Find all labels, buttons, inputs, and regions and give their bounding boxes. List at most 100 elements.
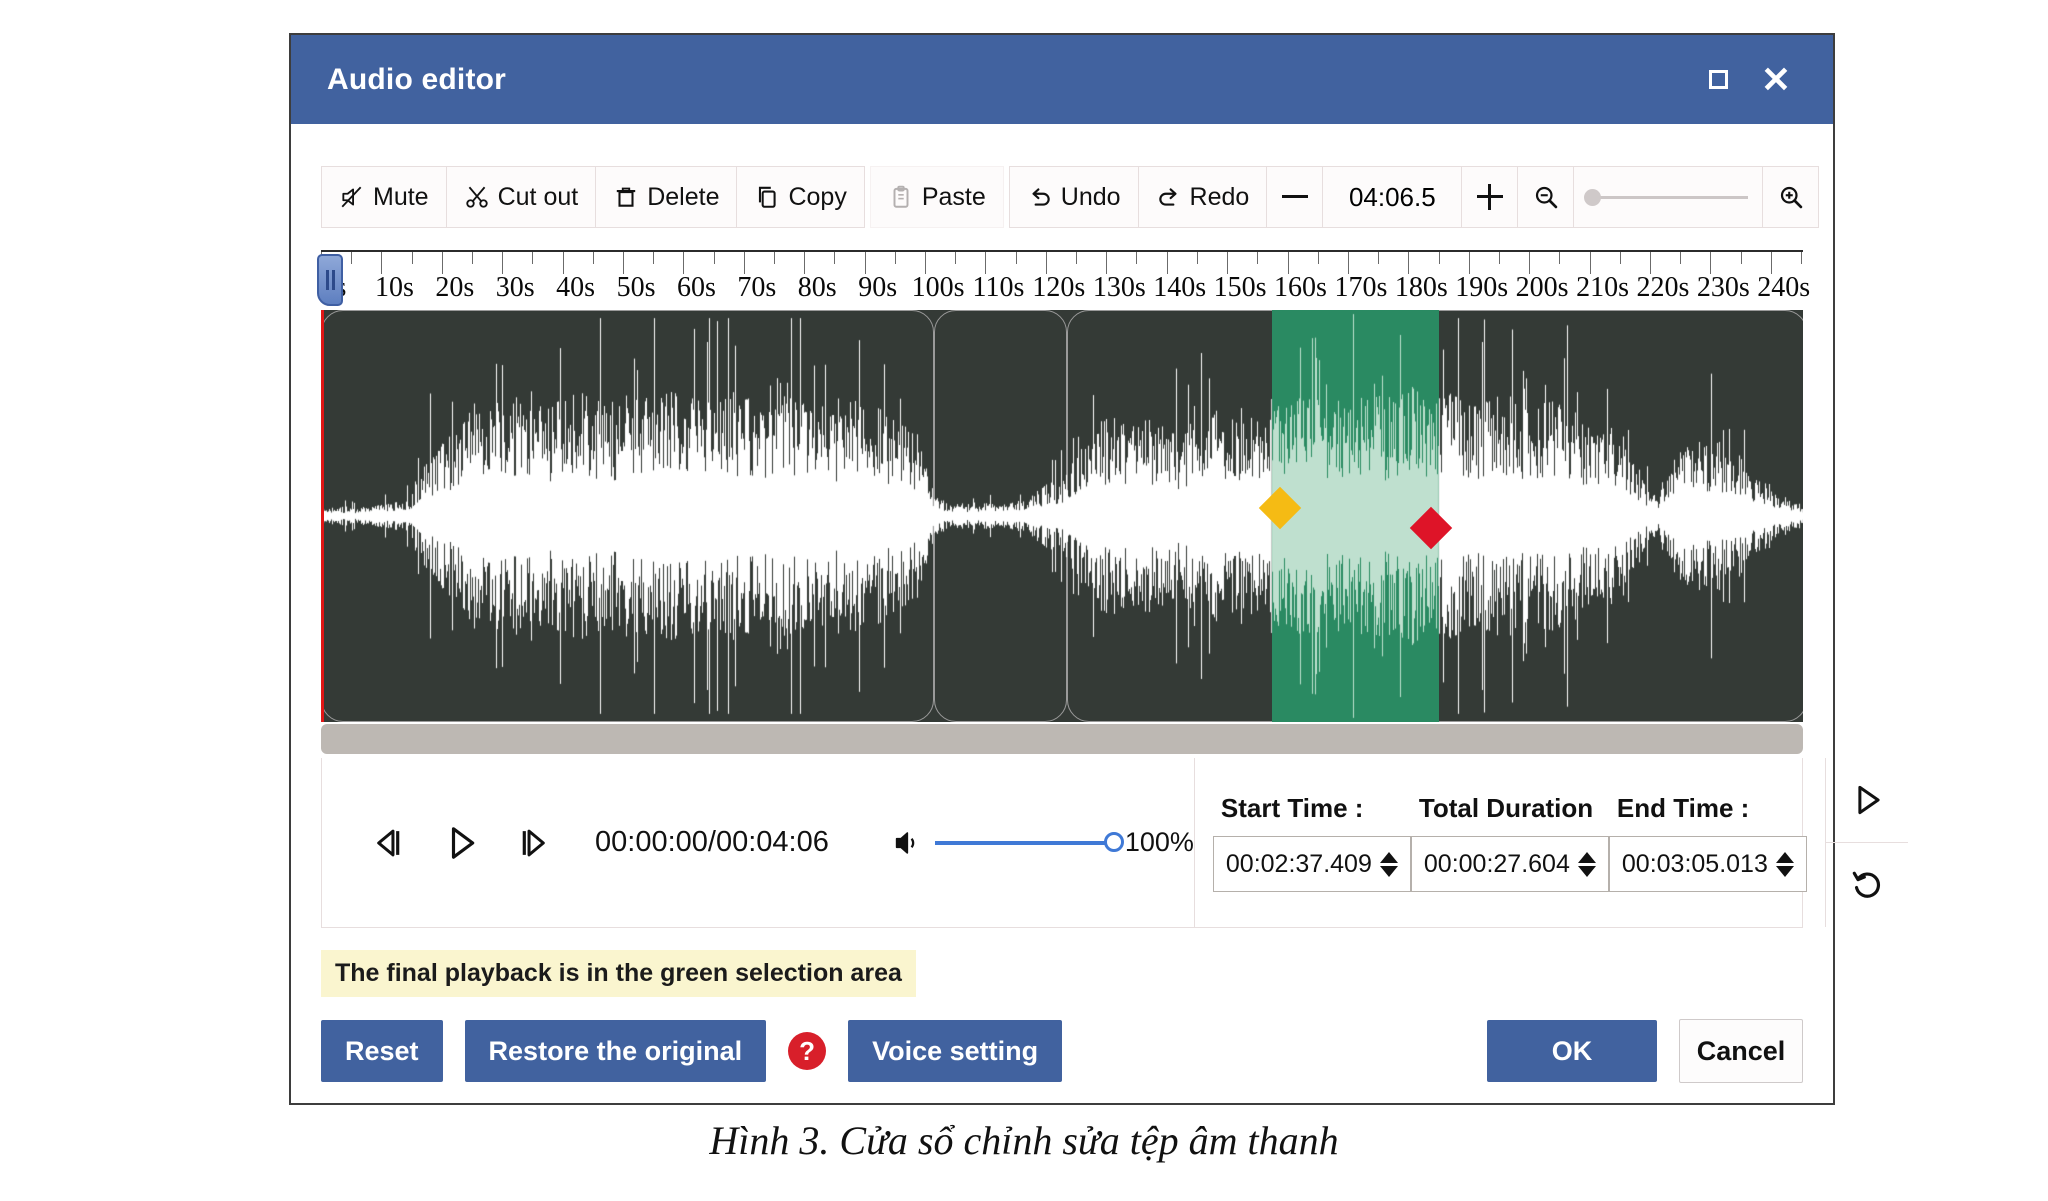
ruler-tick-major (1649, 252, 1651, 274)
reset-selection-button[interactable] (1826, 843, 1908, 927)
ruler-tick-label: 180s (1394, 272, 1448, 303)
ruler-tick-major (562, 252, 564, 274)
delete-label: Delete (647, 182, 720, 211)
ruler-tick-label: 40s (556, 272, 596, 303)
maximize-button[interactable] (1689, 51, 1747, 109)
play-button[interactable] (439, 821, 483, 865)
reset-button[interactable]: Reset (321, 1020, 443, 1082)
ruler-tick-label: 90s (858, 272, 898, 303)
ruler-tick-major (623, 252, 625, 274)
ruler-tick-minor (472, 252, 474, 264)
help-question-icon[interactable]: ? (788, 1032, 827, 1070)
cancel-button[interactable]: Cancel (1679, 1019, 1803, 1083)
playhead-handle[interactable] (317, 254, 343, 306)
ruler-tick-minor (1378, 252, 1380, 264)
total-duration-spinner[interactable] (1577, 851, 1596, 877)
duration-decrease-button[interactable] (1266, 166, 1324, 228)
zoom-out-icon (1535, 186, 1558, 209)
spin-up-icon[interactable] (1577, 851, 1596, 863)
cut-out-button[interactable]: Cut out (445, 166, 597, 228)
ruler-tick-major (1770, 252, 1772, 274)
ruler-tick-major (502, 252, 504, 274)
trash-icon (616, 187, 636, 207)
preview-selection-play-button[interactable] (1825, 758, 1908, 843)
ruler-tick-minor (713, 252, 715, 264)
volume-slider[interactable] (934, 831, 1124, 852)
duration-value[interactable]: 04:06.5 (1322, 166, 1463, 228)
zoom-slider[interactable] (1573, 166, 1764, 228)
ruler-tick-major (1468, 252, 1470, 274)
mute-button[interactable]: Mute (321, 166, 447, 228)
ok-button[interactable]: OK (1487, 1020, 1657, 1082)
timeline-ruler-wrap: 0s10s20s30s40s50s60s70s80s90s100s110s120… (317, 250, 1810, 310)
ruler-tick-label: 160s (1274, 272, 1327, 303)
ruler-tick-major (1710, 252, 1712, 274)
undo-label: Undo (1060, 182, 1121, 211)
cut-out-label: Cut out (497, 182, 579, 211)
zoom-in-icon (1780, 186, 1803, 209)
ruler-tick-label: 30s (495, 272, 535, 303)
edit-tools-group: Mute Cut out Delete Copy (321, 166, 865, 228)
redo-button[interactable]: Redo (1137, 166, 1268, 228)
voice-setting-button[interactable]: Voice setting (848, 1020, 1063, 1082)
playhead-line (321, 310, 324, 722)
end-time-input[interactable]: 00:03:05.013 (1608, 836, 1807, 892)
step-forward-icon (522, 829, 545, 856)
duration-increase-button[interactable] (1461, 166, 1519, 228)
clipboard-icon (893, 185, 909, 208)
ruler-tick-minor (592, 252, 594, 264)
paste-button[interactable]: Paste (869, 166, 1004, 228)
volume-slider-knob[interactable] (1103, 831, 1124, 852)
ruler-tick-label: 170s (1334, 272, 1388, 303)
spin-down-icon[interactable] (1379, 865, 1398, 877)
redo-label: Redo (1189, 182, 1250, 211)
end-time-spinner[interactable] (1775, 851, 1794, 877)
start-time-field: Start Time : 00:02:37.409 (1212, 793, 1411, 892)
zoom-in-button[interactable] (1762, 166, 1820, 228)
speaker-icon[interactable] (891, 826, 925, 860)
timeline-ruler[interactable]: 0s10s20s30s40s50s60s70s80s90s100s110s120… (321, 250, 1810, 310)
waveform-horizontal-scrollbar[interactable] (321, 724, 1803, 754)
ruler-tick-major (1287, 252, 1289, 274)
copy-button[interactable]: Copy (736, 166, 865, 228)
close-icon: ✕ (1760, 58, 1792, 100)
ruler-tick-label: 220s (1636, 272, 1690, 303)
close-button[interactable]: ✕ (1747, 51, 1805, 109)
start-time-spinner[interactable] (1379, 851, 1398, 877)
ruler-tick-minor (1498, 252, 1500, 264)
zoom-out-button[interactable] (1517, 166, 1575, 228)
ruler-tick-label: 60s (676, 272, 716, 303)
ruler-tick-minor (834, 252, 836, 264)
step-back-button[interactable] (367, 821, 411, 865)
play-icon (451, 826, 475, 859)
spin-down-icon[interactable] (1775, 865, 1794, 877)
ruler-tick-major (1408, 252, 1410, 274)
ruler-tick-minor (1076, 252, 1078, 264)
ruler-tick-major (441, 252, 443, 274)
ruler-tick-minor (1257, 252, 1259, 264)
spin-up-icon[interactable] (1775, 851, 1794, 863)
ruler-tick-label: 230s (1696, 272, 1750, 303)
undo-arrow-icon (1032, 188, 1050, 206)
step-forward-button[interactable] (511, 821, 555, 865)
ruler-tick-major (804, 252, 806, 274)
minus-icon (1281, 184, 1308, 210)
ruler-tick-label: 100s (911, 272, 965, 303)
start-time-input[interactable]: 00:02:37.409 (1212, 836, 1411, 892)
window-title: Audio editor (327, 62, 507, 96)
spin-up-icon[interactable] (1379, 851, 1398, 863)
copy-icon (759, 186, 777, 208)
ruler-tick-minor (653, 252, 655, 264)
ruler-tick-label: 10s (374, 272, 414, 303)
ruler-tick-minor (1196, 252, 1198, 264)
spin-down-icon[interactable] (1577, 865, 1596, 877)
delete-button[interactable]: Delete (595, 166, 738, 228)
zoom-slider-knob[interactable] (1584, 188, 1602, 206)
waveform-area[interactable] (321, 310, 1803, 722)
ruler-tick-minor (411, 252, 413, 264)
paste-group: Paste (869, 166, 1004, 228)
undo-button[interactable]: Undo (1008, 166, 1139, 228)
restore-original-button[interactable]: Restore the original (464, 1020, 767, 1082)
total-duration-input[interactable]: 00:00:27.604 (1410, 836, 1609, 892)
playback-time-readout: 00:00:00/00:04:06 (595, 826, 829, 858)
